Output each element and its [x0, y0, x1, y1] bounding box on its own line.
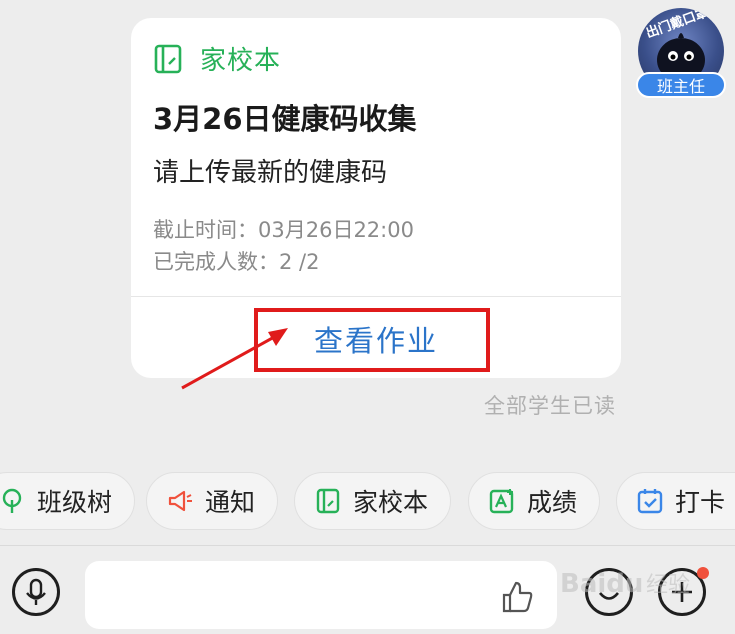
notebook-icon [316, 488, 340, 514]
chip-homework[interactable]: 家校本 [294, 472, 452, 530]
role-badge: 班主任 [636, 72, 726, 98]
notebook-icon [154, 44, 182, 73]
svg-text:经验: 经验 [646, 573, 690, 598]
grade-icon [489, 489, 514, 514]
card-divider [131, 296, 621, 297]
microphone-icon [26, 578, 46, 605]
chip-class-tree[interactable]: 班级树 [0, 472, 136, 530]
calendar-check-icon [637, 489, 663, 514]
chip-checkin[interactable]: 打卡 [616, 472, 735, 530]
tree-icon [2, 488, 22, 513]
arrow-annotation-icon [181, 328, 288, 390]
deadline-text: 截止时间：03月26日22:00 [153, 218, 414, 242]
baidu-watermark-logo: Baidu 经验 [560, 569, 690, 599]
chip-label: 通知 [205, 488, 256, 517]
message-input[interactable] [85, 561, 557, 629]
megaphone-icon [168, 490, 192, 512]
chip-label: 班级树 [37, 488, 113, 517]
chip-grades[interactable]: 成绩 [468, 472, 601, 530]
card-header: 家校本 [153, 40, 281, 77]
card-description: 请上传最新的健康码 [153, 158, 388, 188]
chip-label: 家校本 [353, 488, 429, 517]
quick-action-bar: 班级树 通知 家校本 成绩 打卡 [0, 472, 735, 532]
thumbs-up-icon[interactable] [500, 579, 536, 615]
chip-notice[interactable]: 通知 [146, 472, 279, 530]
sender-avatar[interactable]: 出门戴口罩 班主任 [634, 8, 728, 98]
svg-text:Baidu: Baidu [560, 569, 643, 599]
chip-label: 打卡 [675, 488, 726, 517]
card-title: 3月26日健康码收集 [153, 102, 417, 136]
completed-count: 已完成人数：2 /2 [153, 250, 320, 274]
read-status: 全部学生已读 [484, 394, 616, 418]
card-app-name: 家校本 [200, 46, 282, 76]
chip-label: 成绩 [527, 488, 578, 517]
voice-button[interactable] [12, 568, 60, 616]
